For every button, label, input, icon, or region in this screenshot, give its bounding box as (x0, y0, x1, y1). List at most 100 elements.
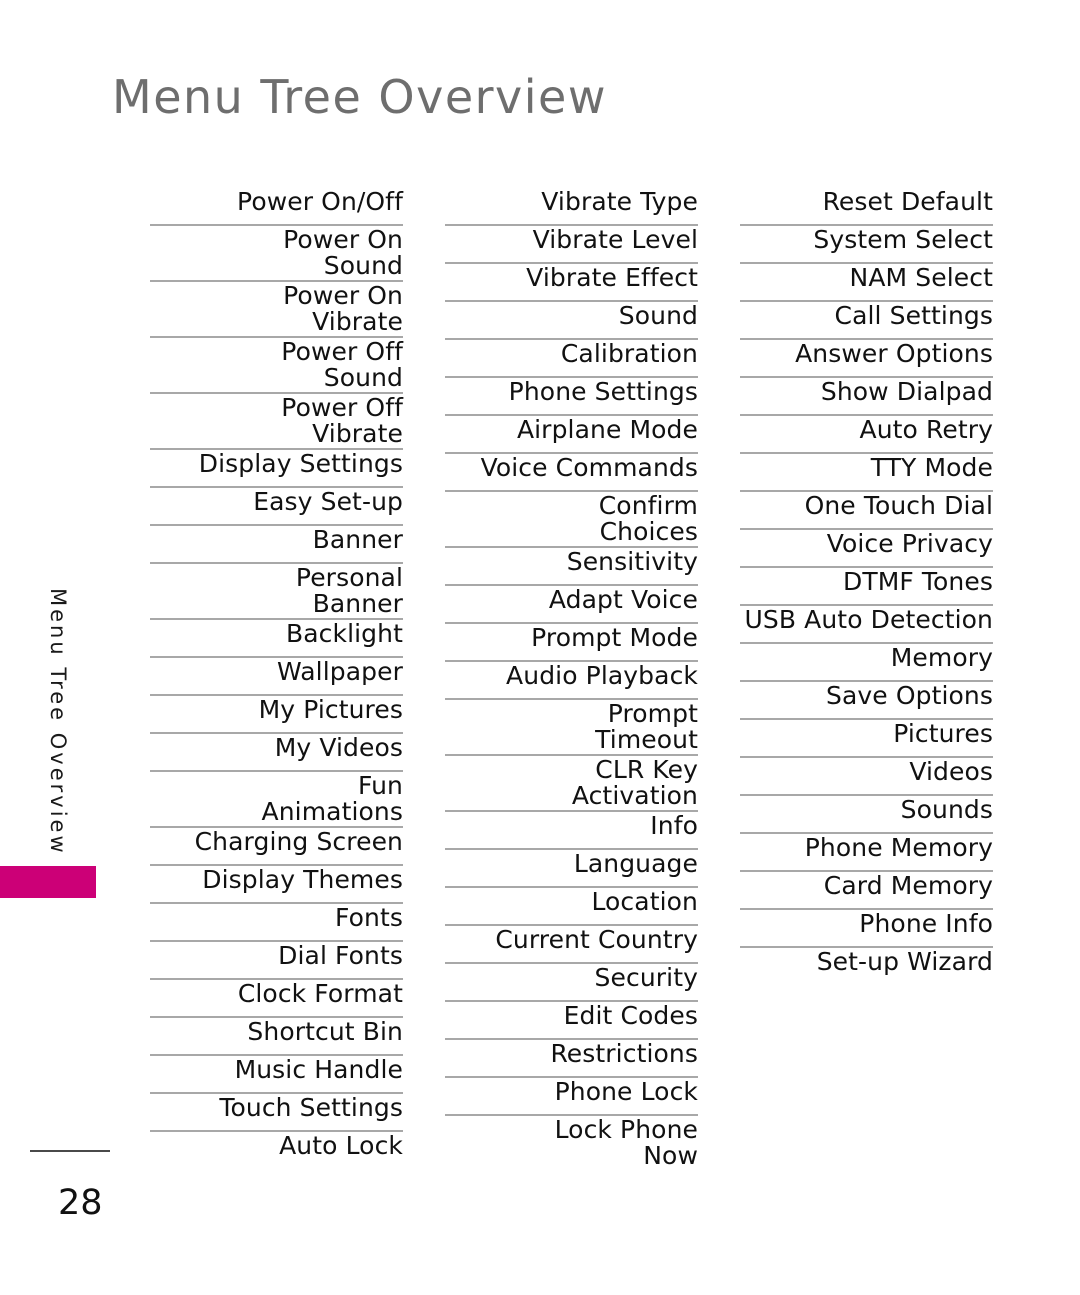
menu-tree-item: Phone Settings (445, 378, 698, 416)
menu-tree-item: DTMF Tones (740, 568, 993, 606)
menu-tree-item: Power Off Sound (150, 338, 403, 394)
menu-tree-item: Vibrate Type (445, 188, 698, 226)
menu-tree-item: Wallpaper (150, 658, 403, 696)
menu-tree-item: Phone Memory (740, 834, 993, 872)
menu-tree-item-label: Personal Banner (295, 563, 403, 618)
menu-tree-item: Power On Sound (150, 226, 403, 282)
menu-tree-item-label: USB Auto Detection (744, 605, 993, 634)
menu-tree-item-label: Memory (890, 643, 993, 672)
menu-tree-item: Phone Info (740, 910, 993, 948)
menu-tree-item: Edit Codes (445, 1002, 698, 1040)
menu-tree-item: Dial Fonts (150, 942, 403, 980)
menu-tree-item: Easy Set-up (150, 488, 403, 526)
menu-tree-item-label: My Pictures (258, 695, 403, 724)
menu-tree-item: Sensitivity (445, 548, 698, 586)
menu-tree-item-label: Audio Playback (506, 661, 698, 690)
menu-tree-item: Pictures (740, 720, 993, 758)
menu-tree-item-label: Current Country (495, 925, 698, 954)
menu-tree-item: Phone Lock (445, 1078, 698, 1116)
menu-tree-item: Sounds (740, 796, 993, 834)
side-rail-label: Menu Tree Overview (46, 588, 70, 856)
menu-tree-item: Videos (740, 758, 993, 796)
menu-tree-item-label: Restrictions (550, 1039, 698, 1068)
footer-divider (30, 1150, 110, 1152)
menu-tree-item: Display Settings (150, 450, 403, 488)
menu-tree-item-label: Charging Screen (194, 827, 403, 856)
menu-tree-item: Power Off Vibrate (150, 394, 403, 450)
menu-tree-item: My Pictures (150, 696, 403, 734)
menu-tree-item: Backlight (150, 620, 403, 658)
menu-tree-item: Fonts (150, 904, 403, 942)
menu-tree-item-label: Display Settings (198, 449, 403, 478)
menu-tree-item-label: Prompt Timeout (595, 699, 698, 754)
menu-tree-item: Voice Commands (445, 454, 698, 492)
menu-tree-item: Fun Animations (150, 772, 403, 828)
menu-tree-item: Vibrate Level (445, 226, 698, 264)
menu-tree-item-label: CLR Key Activation (571, 755, 698, 810)
menu-tree-item: Display Themes (150, 866, 403, 904)
menu-tree-item-label: Language (573, 849, 698, 878)
menu-tree-item: Calibration (445, 340, 698, 378)
menu-tree-item: Airplane Mode (445, 416, 698, 454)
menu-tree-item-label: Sound (618, 301, 698, 330)
menu-tree-item-label: Call Settings (834, 301, 993, 330)
menu-tree-item: Lock Phone Now (445, 1116, 698, 1170)
menu-tree-item-label: Vibrate Effect (526, 263, 698, 292)
menu-tree-item-label: Fun Animations (261, 771, 403, 826)
menu-tree-item-label: Videos (909, 757, 993, 786)
menu-tree-item-label: Fonts (335, 903, 403, 932)
menu-tree-item: Answer Options (740, 340, 993, 378)
menu-tree-item-label: Prompt Mode (531, 623, 698, 652)
menu-tree-item: Power On Vibrate (150, 282, 403, 338)
menu-tree-item-label: Airplane Mode (516, 415, 698, 444)
page-number: 28 (58, 1183, 103, 1223)
menu-tree-item-label: Power Off Sound (281, 337, 403, 392)
menu-tree-item-label: Edit Codes (563, 1001, 698, 1030)
menu-tree-item-label: TTY Mode (870, 453, 993, 482)
menu-tree-item: TTY Mode (740, 454, 993, 492)
menu-tree-item-label: Set-up Wizard (816, 947, 993, 976)
menu-tree-item-label: Touch Settings (219, 1093, 403, 1122)
menu-tree-item-label: Sounds (900, 795, 993, 824)
menu-tree-item-label: Reset Default (822, 187, 993, 216)
side-rail: Menu Tree Overview (0, 560, 100, 980)
menu-tree-item-label: Backlight (285, 619, 403, 648)
menu-tree-item: Auto Retry (740, 416, 993, 454)
menu-tree-item-label: Phone Lock (554, 1077, 698, 1106)
menu-tree-item-label: Pictures (893, 719, 993, 748)
menu-tree-item: USB Auto Detection (740, 606, 993, 644)
menu-tree-item-label: NAM Select (849, 263, 993, 292)
menu-tree-item-label: Location (591, 887, 698, 916)
menu-tree-item: Adapt Voice (445, 586, 698, 624)
menu-tree-item: CLR Key Activation (445, 756, 698, 812)
menu-tree-item-label: Easy Set-up (253, 487, 403, 516)
menu-tree-item: Restrictions (445, 1040, 698, 1078)
menu-tree-item-label: Power On/Off (237, 187, 403, 216)
menu-tree-item-label: Sensitivity (566, 547, 698, 576)
menu-tree-item-label: Clock Format (237, 979, 403, 1008)
menu-tree-item-label: Phone Settings (508, 377, 698, 406)
menu-tree-item-label: Voice Privacy (826, 529, 993, 558)
menu-tree-item: Memory (740, 644, 993, 682)
menu-tree-item: Security (445, 964, 698, 1002)
menu-tree-item: NAM Select (740, 264, 993, 302)
menu-tree-item: Clock Format (150, 980, 403, 1018)
menu-tree-column-3: Reset Default System Select NAM Select Call… (740, 188, 993, 986)
menu-tree-item-label: Calibration (560, 339, 698, 368)
menu-tree-item: Personal Banner (150, 564, 403, 620)
menu-tree-item: Location (445, 888, 698, 926)
menu-tree-item-label: Lock Phone Now (554, 1115, 698, 1170)
menu-tree-item: Music Handle (150, 1056, 403, 1094)
menu-tree-item-label: Confirm Choices (598, 491, 698, 546)
menu-tree-item: Reset Default (740, 188, 993, 226)
menu-tree-item: Banner (150, 526, 403, 564)
menu-tree-item-label: Music Handle (234, 1055, 403, 1084)
menu-tree-item: Auto Lock (150, 1132, 403, 1170)
menu-tree-item-label: One Touch Dial (804, 491, 993, 520)
menu-tree-item: Sound (445, 302, 698, 340)
menu-tree-item: Shortcut Bin (150, 1018, 403, 1056)
menu-tree-item-label: DTMF Tones (843, 567, 993, 596)
menu-tree-item: Info (445, 812, 698, 850)
page-title: Menu Tree Overview (112, 70, 607, 124)
menu-tree-item-label: Shortcut Bin (247, 1017, 403, 1046)
